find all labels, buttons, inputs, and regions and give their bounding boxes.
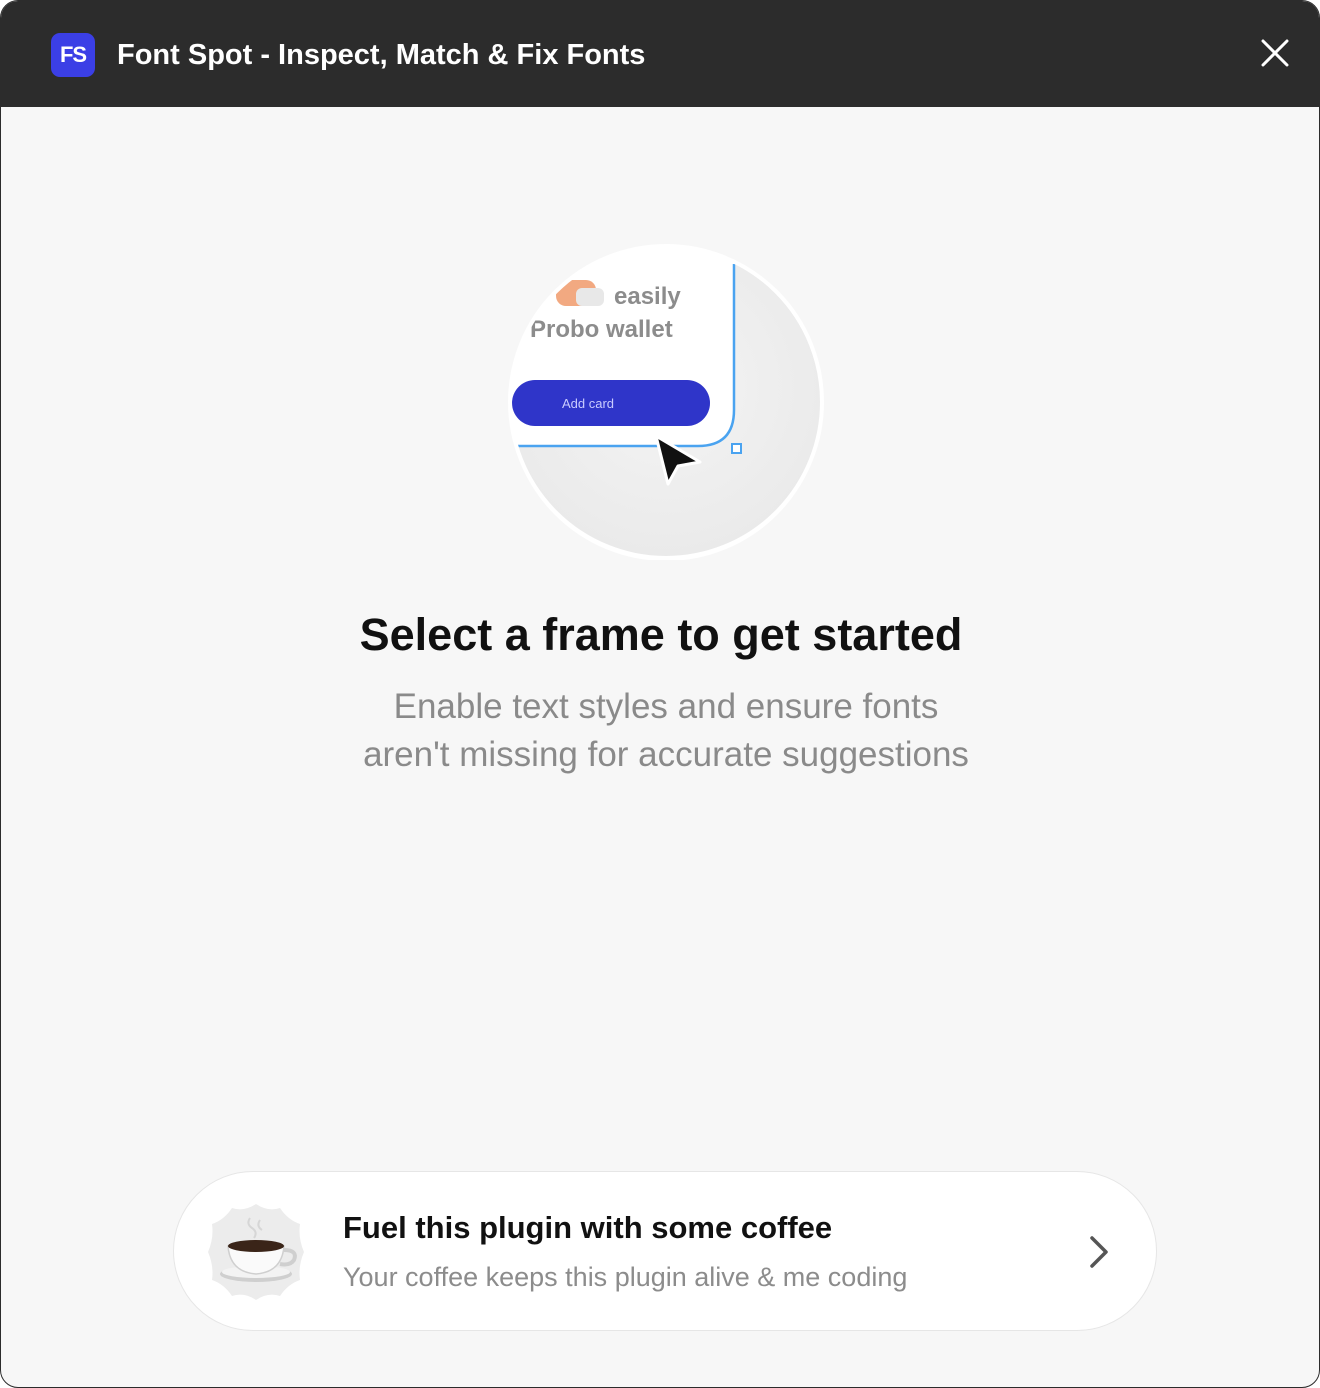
coffee-card-subtitle: Your coffee keeps this plugin alive & me… — [343, 1262, 908, 1292]
plugin-window: FS Font Spot - Inspect, Match & Fix Font… — [0, 0, 1320, 1388]
select-frame-illustration: easily Probo wallet car Add card — [508, 244, 824, 561]
subtext-line-2: aren't missing for accurate suggestions — [363, 735, 969, 774]
title-bar: FS Font Spot - Inspect, Match & Fix Font… — [1, 1, 1319, 107]
illustration-button-label: Add card — [562, 396, 614, 411]
close-icon — [1261, 39, 1289, 67]
coffee-support-card[interactable]: Fuel this plugin with some coffee Your c… — [173, 1171, 1157, 1331]
coffee-card-title: Fuel this plugin with some coffee — [343, 1210, 833, 1245]
illustration-text-2: Probo wallet — [530, 316, 673, 343]
illustration-text-1: easily — [614, 283, 681, 310]
coffee-cup-icon — [204, 1200, 308, 1304]
chevron-right-icon — [1082, 1232, 1114, 1272]
close-button[interactable] — [1255, 33, 1295, 73]
empty-state-heading: Select a frame to get started — [359, 609, 963, 660]
empty-state-subtext: Enable text styles and ensure fonts aren… — [261, 683, 1071, 779]
window-title: Font Spot - Inspect, Match & Fix Fonts — [117, 39, 646, 71]
subtext-line-1: Enable text styles and ensure fonts — [393, 687, 939, 726]
app-logo-icon: FS — [51, 33, 95, 77]
